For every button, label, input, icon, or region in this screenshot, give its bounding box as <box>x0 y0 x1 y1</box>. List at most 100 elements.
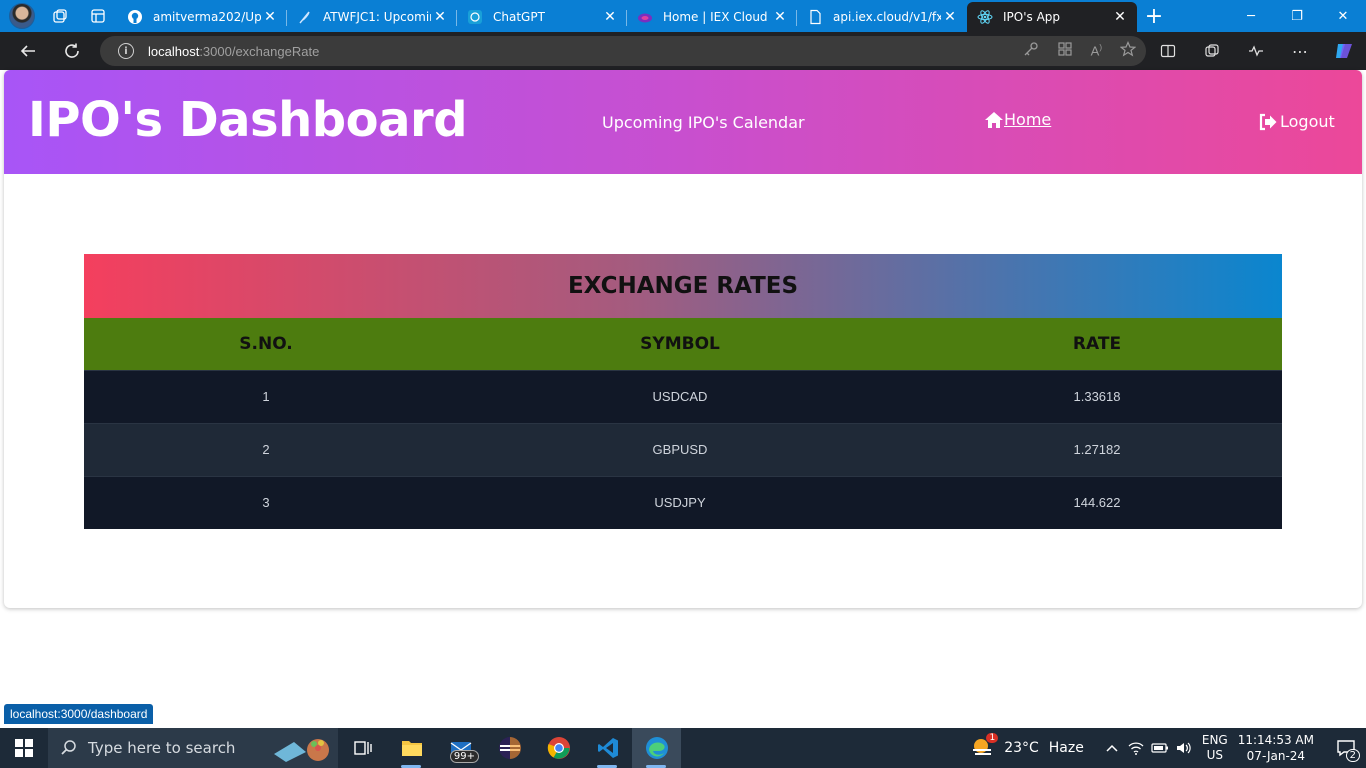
cell-sno: 1 <box>84 369 448 423</box>
chevron-up-icon[interactable] <box>1100 728 1124 768</box>
folder-icon <box>401 741 422 756</box>
search-icon <box>61 740 76 755</box>
nav-link-ipo-calendar[interactable]: Upcoming IPO's Calendar <box>602 113 805 132</box>
back-button[interactable] <box>12 35 44 67</box>
cell-symbol: GBPUSD <box>448 422 912 476</box>
apps-icon[interactable] <box>1057 41 1073 61</box>
column-header-rate: RATE <box>912 318 1282 370</box>
app-title: IPO's Dashboard <box>28 92 468 148</box>
nav-link-home[interactable]: Home <box>984 110 1051 129</box>
task-view-button[interactable] <box>338 728 387 768</box>
cell-rate: 144.622 <box>912 475 1282 529</box>
restore-button[interactable]: ❐ <box>1274 0 1320 32</box>
search-placeholder: Type here to search <box>88 739 236 757</box>
start-button[interactable] <box>0 728 48 768</box>
table-title: EXCHANGE RATES <box>84 254 1282 318</box>
refresh-button[interactable] <box>56 35 88 67</box>
clock-time: 11:14:53 AM <box>1237 733 1314 747</box>
cell-sno: 3 <box>84 475 448 529</box>
volume-icon[interactable] <box>1172 728 1196 768</box>
performance-icon[interactable] <box>1234 32 1278 70</box>
sign-out-icon <box>1259 113 1277 130</box>
column-header-sno: S.NO. <box>84 318 448 370</box>
close-window-button[interactable]: ✕ <box>1320 0 1366 32</box>
key-icon[interactable] <box>1023 41 1039 61</box>
profile-avatar[interactable] <box>9 3 35 29</box>
taskbar-search[interactable]: Type here to search <box>48 728 338 768</box>
workspaces-icon[interactable] <box>45 3 75 29</box>
more-options-icon[interactable]: ⋯ <box>1278 32 1322 70</box>
close-icon[interactable]: ✕ <box>431 8 449 26</box>
browser-tool-icons: ⋯ <box>1146 32 1366 70</box>
close-icon[interactable]: ✕ <box>771 8 789 26</box>
url-text[interactable]: localhost:3000/exchangeRate <box>148 44 319 59</box>
battery-icon[interactable] <box>1148 728 1172 768</box>
taskbar-eclipse[interactable] <box>485 728 534 768</box>
collections-icon[interactable] <box>1190 32 1234 70</box>
cell-symbol: USDCAD <box>448 369 912 423</box>
split-screen-icon[interactable] <box>1146 32 1190 70</box>
taskbar-edge[interactable] <box>632 728 681 768</box>
edge-icon <box>645 737 668 759</box>
read-aloud-icon[interactable]: A) <box>1091 43 1102 58</box>
copilot-icon[interactable] <box>1322 32 1366 70</box>
language-code: ENG <box>1201 733 1228 747</box>
tab-chatgpt[interactable]: ChatGPT ✕ <box>457 2 627 32</box>
mail-badge: 99+ <box>449 750 479 763</box>
cell-rate: 1.33618 <box>912 369 1282 423</box>
close-icon[interactable]: ✕ <box>261 8 279 26</box>
tab-label: api.iex.cloud/v1/fx/l <box>833 10 941 24</box>
eclipse-icon <box>498 737 521 759</box>
link-hover-status: localhost:3000/dashboard <box>4 704 154 724</box>
tab-actions-icon[interactable] <box>83 3 113 29</box>
minimize-button[interactable]: ─ <box>1228 0 1274 32</box>
clock-date: 07-Jan-24 <box>1246 749 1306 763</box>
weather-alert-badge: 1 <box>986 733 999 743</box>
feather-icon <box>297 9 313 25</box>
notification-center-button[interactable]: 2 <box>1326 728 1366 768</box>
task-view-icon <box>353 741 372 755</box>
table-row: 2 GBPUSD 1.27182 <box>84 422 1282 476</box>
react-icon <box>977 9 993 25</box>
windows-logo-icon <box>15 739 33 757</box>
close-icon[interactable]: ✕ <box>941 8 959 26</box>
taskbar-vscode[interactable] <box>583 728 632 768</box>
tab-github[interactable]: amitverma202/Upc ✕ <box>117 2 287 32</box>
vscode-icon <box>597 738 618 758</box>
tab-api-iex[interactable]: api.iex.cloud/v1/fx/l ✕ <box>797 2 967 32</box>
column-header-symbol: SYMBOL <box>448 318 912 370</box>
input-language[interactable]: ENG US <box>1202 733 1228 763</box>
taskbar-chrome[interactable] <box>534 728 583 768</box>
cell-symbol: USDJPY <box>448 475 912 529</box>
new-tab-button[interactable]: + <box>1137 2 1171 30</box>
taskbar-mail[interactable]: 99+ <box>436 728 485 768</box>
tab-label: Home | IEX Cloud <box>663 10 768 24</box>
arrow-left-icon <box>20 45 35 57</box>
taskbar-file-explorer[interactable] <box>387 728 436 768</box>
app-header: IPO's Dashboard Upcoming IPO's Calendar … <box>4 70 1362 174</box>
refresh-icon <box>65 43 79 58</box>
weather-haze-icon: 1 <box>970 733 999 760</box>
close-icon[interactable]: ✕ <box>601 8 619 26</box>
search-highlight-icon <box>274 739 329 762</box>
address-bar[interactable]: i localhost:3000/exchangeRate A) <box>100 36 1146 66</box>
wifi-icon[interactable] <box>1124 728 1148 768</box>
region-code: US <box>1206 748 1223 762</box>
chatgpt-icon <box>467 9 483 25</box>
logout-button[interactable]: Logout <box>1258 112 1335 131</box>
tab-ipos-app[interactable]: IPO's App ✕ <box>967 2 1137 32</box>
tab-label: ATWFJC1: Upcomin <box>323 10 431 24</box>
tab-label: IPO's App <box>1003 10 1061 24</box>
system-clock[interactable]: 11:14:53 AM 07-Jan-24 <box>1238 732 1314 764</box>
system-tray: 1 23°C Haze ENG US 11:14:53 AM 07-Jan-24… <box>970 728 1366 768</box>
tab-atwfjc1[interactable]: ATWFJC1: Upcomin ✕ <box>287 2 457 32</box>
tab-label: ChatGPT <box>493 10 545 24</box>
home-label: Home <box>1004 110 1052 129</box>
tab-iex-cloud[interactable]: Home | IEX Cloud ✕ <box>627 2 797 32</box>
site-info-icon[interactable]: i <box>118 43 134 59</box>
table-row: 1 USDCAD 1.33618 <box>84 369 1282 423</box>
github-icon <box>127 9 143 25</box>
close-icon[interactable]: ✕ <box>1111 8 1129 26</box>
favorite-star-icon[interactable] <box>1119 41 1137 61</box>
weather-widget[interactable]: 1 23°C Haze <box>970 733 1084 760</box>
